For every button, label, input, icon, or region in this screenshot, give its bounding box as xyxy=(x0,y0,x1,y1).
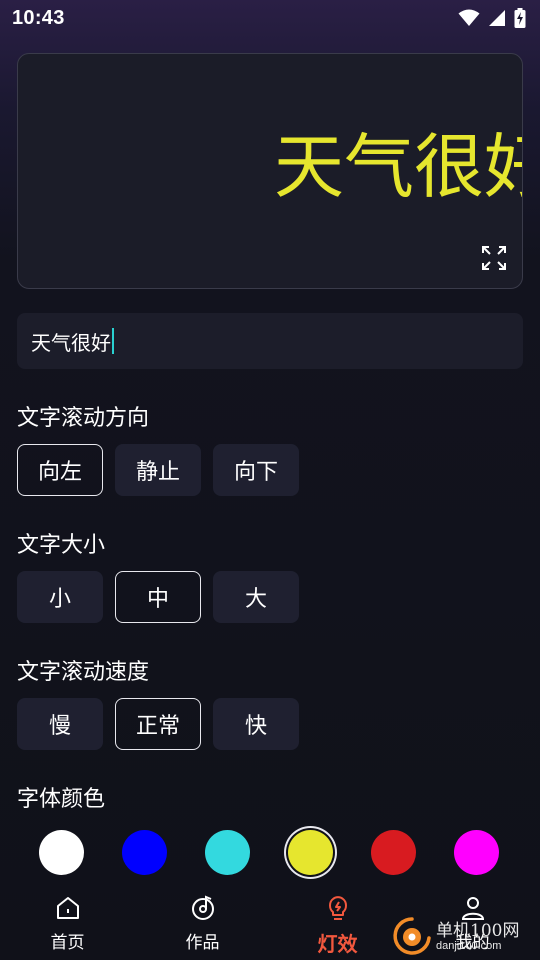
nav-label-light-effects: 灯效 xyxy=(317,932,358,956)
signal-icon xyxy=(488,9,506,27)
nav-label-works: 作品 xyxy=(185,933,220,953)
fullscreen-icon xyxy=(481,245,507,275)
nav-item-works[interactable]: 作品 xyxy=(135,884,270,953)
nav-item-home[interactable]: 首页 xyxy=(0,884,135,953)
font-color-swatches xyxy=(39,830,499,875)
direction-static-button[interactable]: 静止 xyxy=(115,444,201,496)
preview-scrolling-text: 天气很好 xyxy=(274,126,522,208)
direction-down-button[interactable]: 向下 xyxy=(213,444,299,496)
nav-label-home: 首页 xyxy=(50,933,85,953)
fullscreen-button[interactable] xyxy=(480,246,508,274)
led-text-input-value: 天气很好 xyxy=(31,330,111,355)
speed-section-title: 文字滚动速度 xyxy=(17,660,150,685)
color-swatch-red[interactable] xyxy=(371,830,416,875)
font-color-section-title: 字体颜色 xyxy=(17,787,106,812)
watermark-text: 单机100网 danji100.com xyxy=(436,921,520,953)
status-icons xyxy=(458,8,526,28)
direction-left-button[interactable]: 向左 xyxy=(17,444,103,496)
color-swatch-yellow[interactable] xyxy=(288,830,333,875)
site-watermark: 单机100网 danji100.com xyxy=(392,916,540,960)
size-small-button[interactable]: 小 xyxy=(17,571,103,623)
speed-slow-button[interactable]: 慢 xyxy=(17,698,103,750)
watermark-url: danji100.com xyxy=(436,940,502,953)
wifi-icon xyxy=(458,9,480,27)
nav-item-light-effects[interactable]: 灯效 xyxy=(270,884,405,957)
battery-charging-icon xyxy=(514,8,526,28)
text-cursor xyxy=(112,328,114,354)
size-medium-button[interactable]: 中 xyxy=(115,571,201,623)
status-bar: 10:43 xyxy=(0,0,540,36)
speed-fast-button[interactable]: 快 xyxy=(213,698,299,750)
color-swatch-magenta[interactable] xyxy=(454,830,499,875)
direction-section-title: 文字滚动方向 xyxy=(17,406,150,431)
color-swatch-blue[interactable] xyxy=(122,830,167,875)
size-options: 小 中 大 xyxy=(17,571,299,623)
watermark-logo-icon xyxy=(392,916,432,960)
size-section-title: 文字大小 xyxy=(17,533,106,558)
music-disc-icon xyxy=(189,894,217,922)
watermark-title: 单机100网 xyxy=(436,921,520,942)
lightbulb-icon xyxy=(324,894,352,922)
led-preview-panel: 天气很好 xyxy=(17,53,523,289)
speed-options: 慢 正常 快 xyxy=(17,698,299,750)
status-time: 10:43 xyxy=(12,6,65,29)
size-large-button[interactable]: 大 xyxy=(213,571,299,623)
led-text-input[interactable]: 天气很好 xyxy=(17,313,523,369)
color-swatch-cyan[interactable] xyxy=(205,830,250,875)
speed-normal-button[interactable]: 正常 xyxy=(115,698,201,750)
direction-options: 向左 静止 向下 xyxy=(17,444,299,496)
home-icon xyxy=(54,894,82,922)
color-swatch-white[interactable] xyxy=(39,830,84,875)
